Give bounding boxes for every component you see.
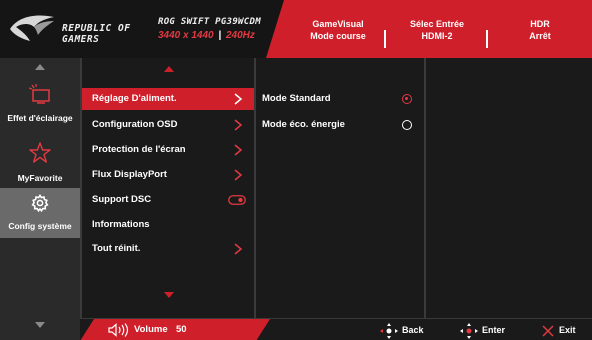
menu-item-power-setting[interactable]: Réglage D'aliment. bbox=[82, 88, 254, 110]
status-divider bbox=[384, 30, 386, 48]
back-button[interactable]: Back bbox=[380, 319, 424, 340]
enter-button[interactable]: Enter bbox=[460, 319, 505, 340]
radio-selected-icon[interactable] bbox=[402, 94, 412, 104]
chevron-right-icon bbox=[234, 144, 243, 156]
sidebar-item-label: Effet d'éclairage bbox=[7, 113, 73, 123]
sidebar-item-myfavorite[interactable]: MyFavorite bbox=[0, 140, 80, 190]
menu-scroll-down-icon[interactable] bbox=[164, 292, 174, 298]
menu-item-osd-setup[interactable]: Configuration OSD bbox=[82, 114, 254, 136]
rog-eye-logo bbox=[10, 15, 54, 41]
model-name: ROG SWIFT PG39WCDM bbox=[158, 17, 261, 27]
option-power-saving-mode[interactable]: Mode éco. énergie bbox=[256, 114, 424, 136]
option-label: Mode Standard bbox=[262, 93, 331, 104]
settings-menu: Réglage D'aliment. Configuration OSD Pro… bbox=[80, 58, 254, 318]
menu-item-label: Réglage D'aliment. bbox=[92, 93, 177, 104]
nav-scroll-down-icon[interactable] bbox=[35, 322, 45, 328]
status-title: Sélec Entrée bbox=[409, 19, 465, 29]
status-gamevisual: GameVisual Mode course bbox=[296, 18, 380, 42]
status-title: GameVisual bbox=[312, 19, 364, 29]
model-info: ROG SWIFT PG39WCDM 3440 x 1440 | 240Hz bbox=[158, 17, 261, 41]
menu-item-label: Tout réinit. bbox=[92, 243, 141, 254]
sidebar-item-lighting-effect[interactable]: Effet d'éclairage bbox=[0, 82, 80, 136]
menu-item-dsc-support[interactable]: Support DSC bbox=[82, 189, 254, 211]
header-bar: REPUBLIC OF GAMERS ROG SWIFT PG39WCDM 34… bbox=[0, 0, 592, 58]
close-icon bbox=[542, 325, 554, 337]
status-value: HDMI-2 bbox=[421, 31, 453, 41]
volume-value: 50 bbox=[176, 324, 187, 335]
menu-item-label: Protection de l'écran bbox=[92, 144, 186, 155]
sidebar-item-system-setup[interactable]: Config système bbox=[0, 188, 80, 238]
gear-icon bbox=[31, 194, 49, 213]
osd-window: REPUBLIC OF GAMERS ROG SWIFT PG39WCDM 34… bbox=[0, 0, 592, 340]
option-standard-mode[interactable]: Mode Standard bbox=[256, 88, 424, 110]
status-input-select: Sélec Entrée HDMI-2 bbox=[390, 18, 484, 42]
model-resolution: 3440 x 1440 | 240Hz bbox=[158, 30, 261, 41]
brand-text: REPUBLIC OF GAMERS bbox=[62, 23, 130, 45]
status-value: Arrêt bbox=[529, 31, 551, 41]
power-setting-submenu: Mode Standard Mode éco. énergie bbox=[254, 58, 424, 318]
volume-label: Volume bbox=[134, 324, 168, 335]
footer-bar: Volume 50 Back Enter Exit bbox=[80, 318, 592, 340]
status-title: HDR bbox=[530, 19, 550, 29]
brand-line-2: GAMERS bbox=[62, 34, 100, 45]
menu-item-information[interactable]: Informations bbox=[82, 214, 254, 236]
exit-label: Exit bbox=[559, 325, 576, 335]
toggle-switch-icon[interactable] bbox=[228, 195, 246, 205]
menu-item-label: Flux DisplayPort bbox=[92, 169, 167, 180]
brand-line-1: REPUBLIC OF bbox=[62, 23, 131, 34]
chevron-right-icon bbox=[234, 243, 243, 255]
radio-unselected-icon[interactable] bbox=[402, 120, 412, 130]
status-divider bbox=[486, 30, 488, 48]
joystick-enter-icon bbox=[460, 322, 478, 339]
chevron-right-icon bbox=[234, 93, 243, 105]
chevron-right-icon bbox=[234, 169, 243, 181]
menu-scroll-up-icon[interactable] bbox=[164, 66, 174, 72]
menu-item-label: Support DSC bbox=[92, 194, 152, 205]
exit-button[interactable]: Exit bbox=[542, 319, 576, 340]
refresh-rate-value: 240Hz bbox=[226, 30, 255, 41]
chevron-right-icon bbox=[234, 119, 243, 131]
menu-item-screen-protection[interactable]: Protection de l'écran bbox=[82, 139, 254, 161]
category-sidebar: Effet d'éclairage MyFavorite Config syst… bbox=[0, 58, 80, 340]
detail-panel bbox=[424, 58, 592, 318]
joystick-back-icon bbox=[380, 322, 398, 339]
monitor-light-icon bbox=[28, 84, 50, 104]
back-label: Back bbox=[402, 325, 424, 335]
resolution-separator: | bbox=[218, 30, 222, 41]
menu-item-displayport-stream[interactable]: Flux DisplayPort bbox=[82, 164, 254, 186]
status-hdr: HDR Arrêt bbox=[500, 18, 580, 42]
star-icon bbox=[29, 142, 51, 163]
enter-label: Enter bbox=[482, 325, 506, 335]
sidebar-item-label: MyFavorite bbox=[17, 173, 63, 183]
sidebar-item-label: Config système bbox=[8, 221, 72, 231]
nav-scroll-up-icon[interactable] bbox=[35, 64, 45, 70]
rog-brand: REPUBLIC OF GAMERS bbox=[8, 10, 148, 48]
option-label: Mode éco. énergie bbox=[262, 119, 345, 130]
menu-item-reset-all[interactable]: Tout réinit. bbox=[82, 238, 254, 260]
speaker-icon bbox=[108, 323, 129, 337]
status-value: Mode course bbox=[310, 31, 366, 41]
menu-item-label: Configuration OSD bbox=[92, 119, 178, 130]
resolution-value: 3440 x 1440 bbox=[158, 30, 214, 41]
menu-item-label: Informations bbox=[92, 219, 150, 230]
